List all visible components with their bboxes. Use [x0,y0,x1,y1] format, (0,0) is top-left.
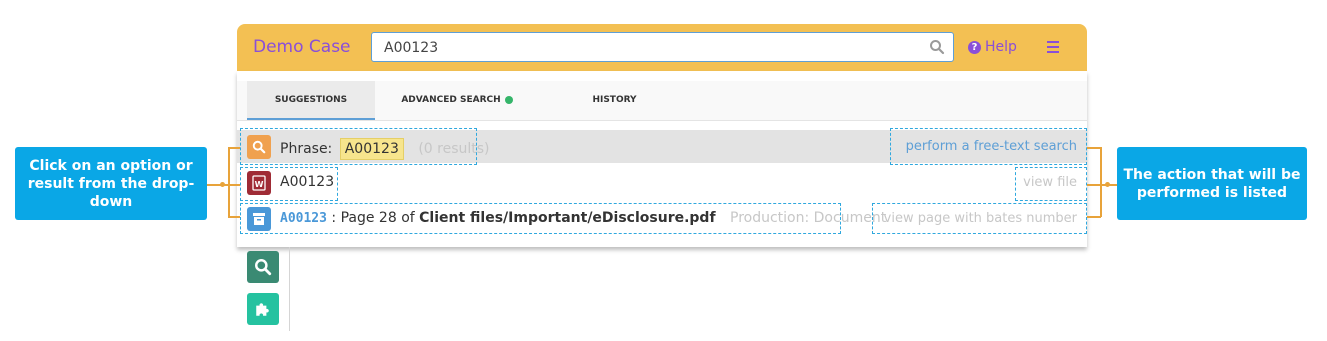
help-icon: ? [968,40,981,54]
production-tag: Production: Document [730,210,887,226]
search-icon[interactable] [929,39,945,55]
sidebar-plugins-button[interactable] [247,293,279,325]
case-title[interactable]: Demo Case [253,37,351,57]
hamburger-menu-icon[interactable] [1047,41,1059,53]
search-dropdown: SUGGESTIONS ADVANCED SEARCH HISTORY Phra… [237,71,1087,247]
suggestion-phrase-row[interactable]: Phrase: A00123 (0 results) perform a fre… [237,130,1087,163]
tab-suggestions[interactable]: SUGGESTIONS [247,81,375,120]
suggestion-page-row[interactable]: A00123 : Page 28 of Client files/Importa… [237,202,1087,235]
connector-left-bottom [228,216,240,218]
help-button[interactable]: ? Help [968,39,1017,55]
svg-text:W: W [255,180,264,189]
sidebar-search-button[interactable] [247,251,279,283]
status-dot-icon [504,95,513,104]
archive-box-icon [247,207,271,231]
bates-number: A00123 [280,211,327,226]
tab-advanced-search-label: ADVANCED SEARCH [401,95,501,105]
connector-right-bottom [1087,216,1101,218]
word-document-icon: W [247,171,271,195]
tab-advanced-search[interactable]: ADVANCED SEARCH [392,81,522,120]
connector-right-middle [1087,184,1117,186]
search-icon [247,135,271,159]
connector-left-dot [220,182,225,187]
callout-select-option: Click on an option or result from the dr… [15,147,207,220]
callout-action-listed: The action that will be performed is lis… [1117,147,1307,220]
action-free-text-search: perform a free-text search [905,139,1077,154]
phrase-chip: A00123 [339,138,404,160]
tab-history-label: HISTORY [592,95,637,105]
search-input-value[interactable]: A00123 [384,40,438,56]
puzzle-icon [256,303,269,316]
connector-left-top [228,147,240,149]
connector-left-vertical [228,147,230,217]
page-text: A00123 : Page 28 of Client files/Importa… [280,210,886,226]
suggestion-document-row[interactable]: W A00123 view file [237,166,1087,199]
result-count: (0 results) [418,141,490,157]
connector-right-dot [1105,182,1110,187]
search-icon [255,259,272,276]
phrase-label: Phrase: [280,141,333,157]
tab-suggestions-label: SUGGESTIONS [274,95,348,105]
connector-right-vertical [1100,147,1102,217]
document-name: A00123 [280,174,335,190]
action-view-file: view file [1023,175,1077,190]
file-path: Client files/Important/eDisclosure.pdf [419,210,716,226]
help-label: Help [985,39,1017,55]
phrase-text: Phrase: A00123 (0 results) [280,138,490,160]
tab-history[interactable]: HISTORY [567,81,662,120]
connector-right-top [1087,147,1101,149]
dropdown-tabs: SUGGESTIONS ADVANCED SEARCH HISTORY [237,81,1087,121]
sidebar-divider [289,247,290,331]
search-input[interactable]: A00123 [371,32,954,62]
page-reference: : Page 28 of [331,210,415,226]
app-header: Demo Case A00123 ? Help [237,24,1087,71]
action-view-page-bates: view page with bates number [883,211,1077,226]
